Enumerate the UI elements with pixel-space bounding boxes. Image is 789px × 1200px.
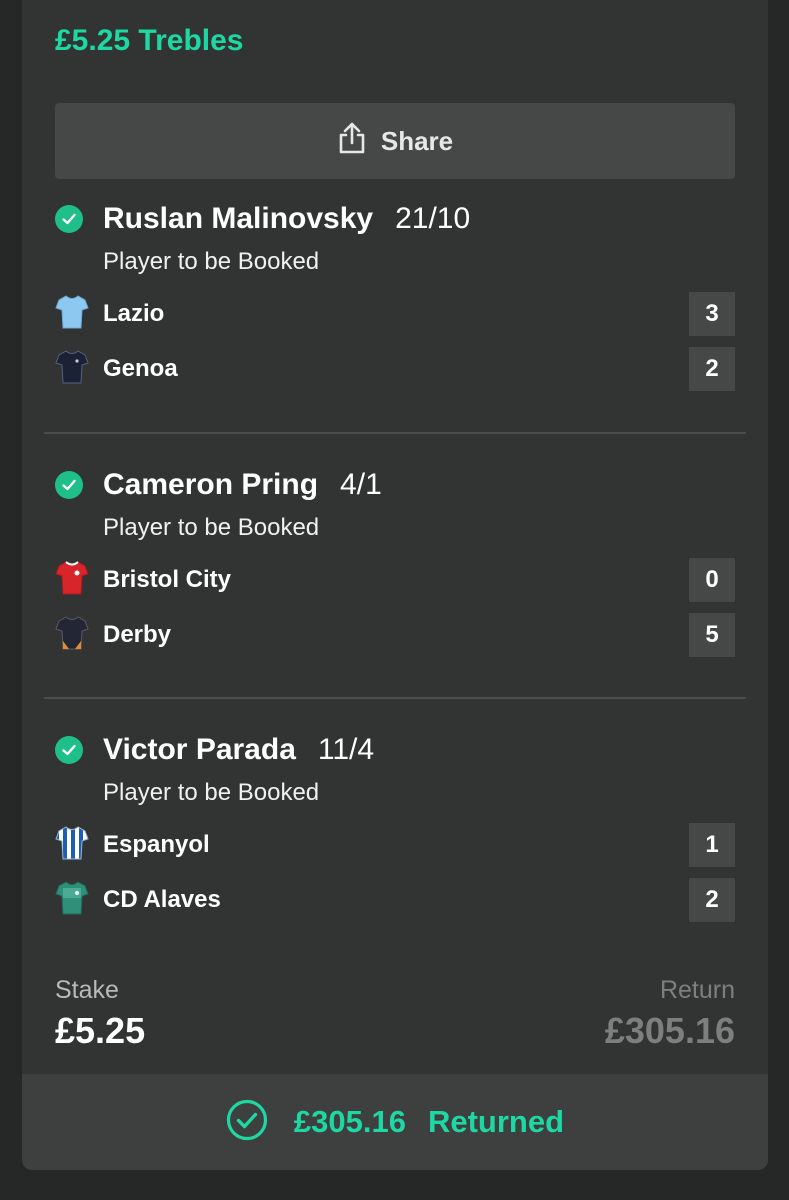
share-icon [337, 121, 367, 162]
won-check-icon [55, 471, 83, 499]
team-score: 2 [689, 878, 735, 922]
share-label: Share [380, 125, 454, 156]
team-name: Lazio [103, 300, 165, 327]
returned-status-bar: £305.16 Returned [22, 1074, 768, 1170]
team-score: 2 [689, 347, 735, 391]
selection-header: Cameron Pring 4/1 [55, 468, 382, 502]
market-name: Player to be Booked [103, 248, 320, 275]
team-score: 0 [689, 558, 735, 602]
team-name: Genoa [103, 355, 178, 382]
won-check-icon [55, 205, 83, 233]
bet-card: £5.25 Trebles Share Ruslan Malinovsky 21… [22, 0, 768, 1170]
lazio-kit-icon [55, 294, 89, 335]
player-name: Victor Parada [103, 733, 296, 766]
returned-check-icon [226, 1099, 268, 1146]
returned-amount: £305.16 [293, 1104, 406, 1139]
market-name: Player to be Booked [103, 514, 320, 541]
team-row: Bristol City 0 [55, 558, 735, 602]
team-name: Espanyol [103, 831, 210, 858]
selection-header: Victor Parada 11/4 [55, 733, 374, 767]
espanyol-kit-icon [55, 825, 89, 866]
team-row: Derby 5 [55, 613, 735, 657]
market-name: Player to be Booked [103, 779, 320, 806]
derby-kit-icon [55, 615, 89, 656]
selection-odds: 21/10 [395, 202, 471, 235]
bristol-city-kit-icon [55, 560, 89, 601]
team-row: Lazio 3 [55, 292, 735, 336]
team-score: 3 [689, 292, 735, 336]
stake-label: Stake [55, 976, 119, 1004]
team-name: Derby [103, 621, 172, 648]
return-label: Return [659, 976, 735, 1004]
team-name: Bristol City [103, 566, 232, 593]
team-row: Genoa 2 [55, 347, 735, 391]
genoa-kit-icon [55, 349, 89, 390]
team-score: 5 [689, 613, 735, 657]
team-row: Espanyol 1 [55, 823, 735, 867]
bet-title: £5.25 Trebles [55, 24, 244, 57]
selection-odds: 4/1 [340, 468, 382, 501]
bet-history-page: £5.25 Trebles Share Ruslan Malinovsky 21… [0, 0, 789, 1200]
player-name: Cameron Pring [103, 468, 319, 501]
selection-header: Ruslan Malinovsky 21/10 [55, 202, 470, 236]
return-value: £305.16 [604, 1010, 735, 1051]
team-score: 1 [689, 823, 735, 867]
divider [44, 432, 746, 434]
share-button[interactable]: Share [55, 103, 735, 179]
won-check-icon [55, 736, 83, 764]
returned-status: Returned [427, 1104, 565, 1139]
selection-odds: 11/4 [317, 733, 375, 766]
player-name: Ruslan Malinovsky [103, 202, 374, 235]
stake-value: £5.25 [55, 1010, 146, 1051]
divider [44, 697, 746, 699]
team-name: CD Alaves [103, 886, 221, 913]
cd-alaves-kit-icon [55, 880, 89, 921]
team-row: CD Alaves 2 [55, 878, 735, 922]
